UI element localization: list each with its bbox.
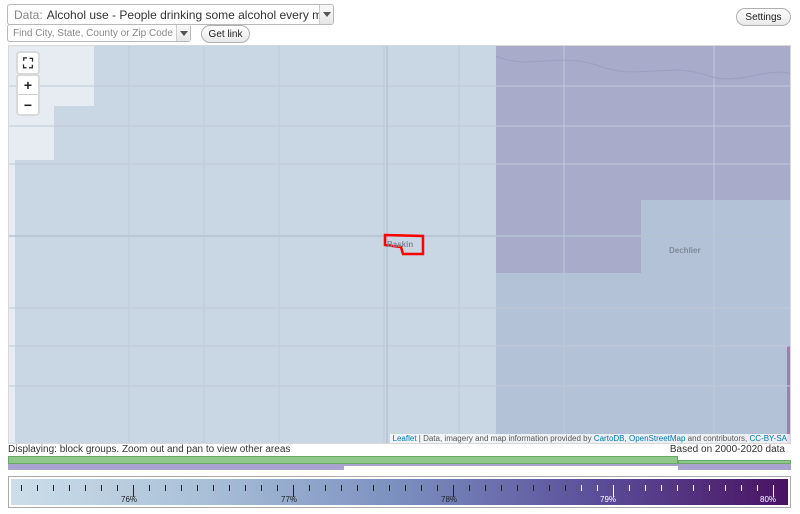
legend-tick — [709, 485, 710, 491]
legend-tick — [101, 485, 102, 491]
range-bar — [8, 456, 678, 464]
uncovered-strip — [9, 160, 15, 443]
legend-tick — [405, 485, 406, 491]
legend-tick — [229, 485, 230, 491]
status-line: Displaying: block groups. Zoom out and p… — [8, 444, 791, 456]
legend-tick — [597, 485, 598, 491]
legend-tick — [149, 485, 150, 491]
fullscreen-icon[interactable]: ⛶ — [18, 53, 38, 73]
zoom-out-button[interactable]: − — [18, 95, 38, 114]
map-attribution: Leaflet | Data, imagery and map informat… — [389, 434, 790, 443]
location-search[interactable] — [7, 24, 191, 42]
legend-tick — [725, 485, 726, 491]
top-bar: Data: Alcohol use - People drinking some… — [0, 0, 800, 44]
osm-link[interactable]: OpenStreetMap — [629, 434, 685, 443]
app-root: Data: Alcohol use - People drinking some… — [0, 0, 800, 514]
data-select-value: Alcohol use - People drinking some alcoh… — [46, 7, 333, 22]
color-legend: 76% 77% 78% 79% 80% — [8, 476, 791, 508]
leaflet-link[interactable]: Leaflet — [393, 434, 417, 443]
cartodb-link[interactable]: CartoDB — [594, 434, 625, 443]
license-link[interactable]: CC-BY-SA — [750, 434, 788, 443]
zoom-control: + − — [16, 74, 40, 116]
legend-tick — [741, 485, 742, 491]
legend-tick — [661, 485, 662, 491]
search-input[interactable] — [13, 26, 173, 40]
legend-tick — [437, 485, 438, 491]
value-gap — [344, 466, 678, 470]
data-select[interactable]: Data: Alcohol use - People drinking some… — [7, 4, 334, 25]
legend-tick — [181, 485, 182, 491]
legend-tick — [677, 485, 678, 491]
legend-tick — [581, 485, 582, 491]
legend-label: 77% — [280, 495, 298, 504]
legend-tick — [325, 485, 326, 491]
legend-label: 78% — [440, 495, 458, 504]
legend-tick — [21, 485, 22, 491]
legend-tick — [757, 485, 758, 491]
legend-tick — [421, 485, 422, 491]
legend-tick — [693, 485, 694, 491]
legend-tick — [261, 485, 262, 491]
data-years: Based on 2000-2020 data — [669, 444, 785, 455]
get-link-button[interactable]: Get link — [201, 25, 250, 43]
legend-tick — [341, 485, 342, 491]
legend-tick — [389, 485, 390, 491]
legend-tick — [533, 485, 534, 491]
map[interactable]: Baskin Dechlier ⛶ + − Leaflet | Data, im… — [8, 45, 791, 444]
legend-tick — [117, 485, 118, 491]
block-group-edge — [787, 346, 790, 443]
legend-tick — [165, 485, 166, 491]
legend-tick — [549, 485, 550, 491]
legend-tick — [213, 485, 214, 491]
legend-tick — [309, 485, 310, 491]
legend-tick — [245, 485, 246, 491]
legend-tick — [629, 485, 630, 491]
chevron-down-icon[interactable] — [176, 25, 190, 41]
legend-tick — [373, 485, 374, 491]
displaying-status: Displaying: block groups. Zoom out and p… — [8, 444, 291, 455]
legend-tick — [37, 485, 38, 491]
legend-label: 80% — [759, 495, 777, 504]
place-label: Baskin — [387, 240, 414, 249]
zoom-in-button[interactable]: + — [18, 76, 38, 95]
legend-tick — [197, 485, 198, 491]
zoom-extent-control[interactable]: ⛶ — [16, 51, 40, 75]
legend-tick — [469, 485, 470, 491]
legend-tick — [277, 485, 278, 491]
legend-tick — [645, 485, 646, 491]
chevron-down-icon[interactable] — [319, 5, 333, 24]
legend-tick — [357, 485, 358, 491]
attribution-tail: and contributors, — [685, 434, 750, 443]
legend-tick — [501, 485, 502, 491]
settings-button[interactable]: Settings — [736, 8, 791, 26]
attribution-text: | Data, imagery and map information prov… — [416, 434, 594, 443]
legend-tick — [485, 485, 486, 491]
place-label: Dechlier — [669, 246, 701, 255]
legend-tick — [69, 485, 70, 491]
legend-tick — [517, 485, 518, 491]
legend-label: 79% — [599, 495, 617, 504]
legend-tick — [53, 485, 54, 491]
legend-tick — [565, 485, 566, 491]
data-select-prefix: Data: — [14, 7, 43, 22]
legend-label: 76% — [120, 495, 138, 504]
legend-tick — [85, 485, 86, 491]
distribution-bars — [8, 456, 791, 472]
